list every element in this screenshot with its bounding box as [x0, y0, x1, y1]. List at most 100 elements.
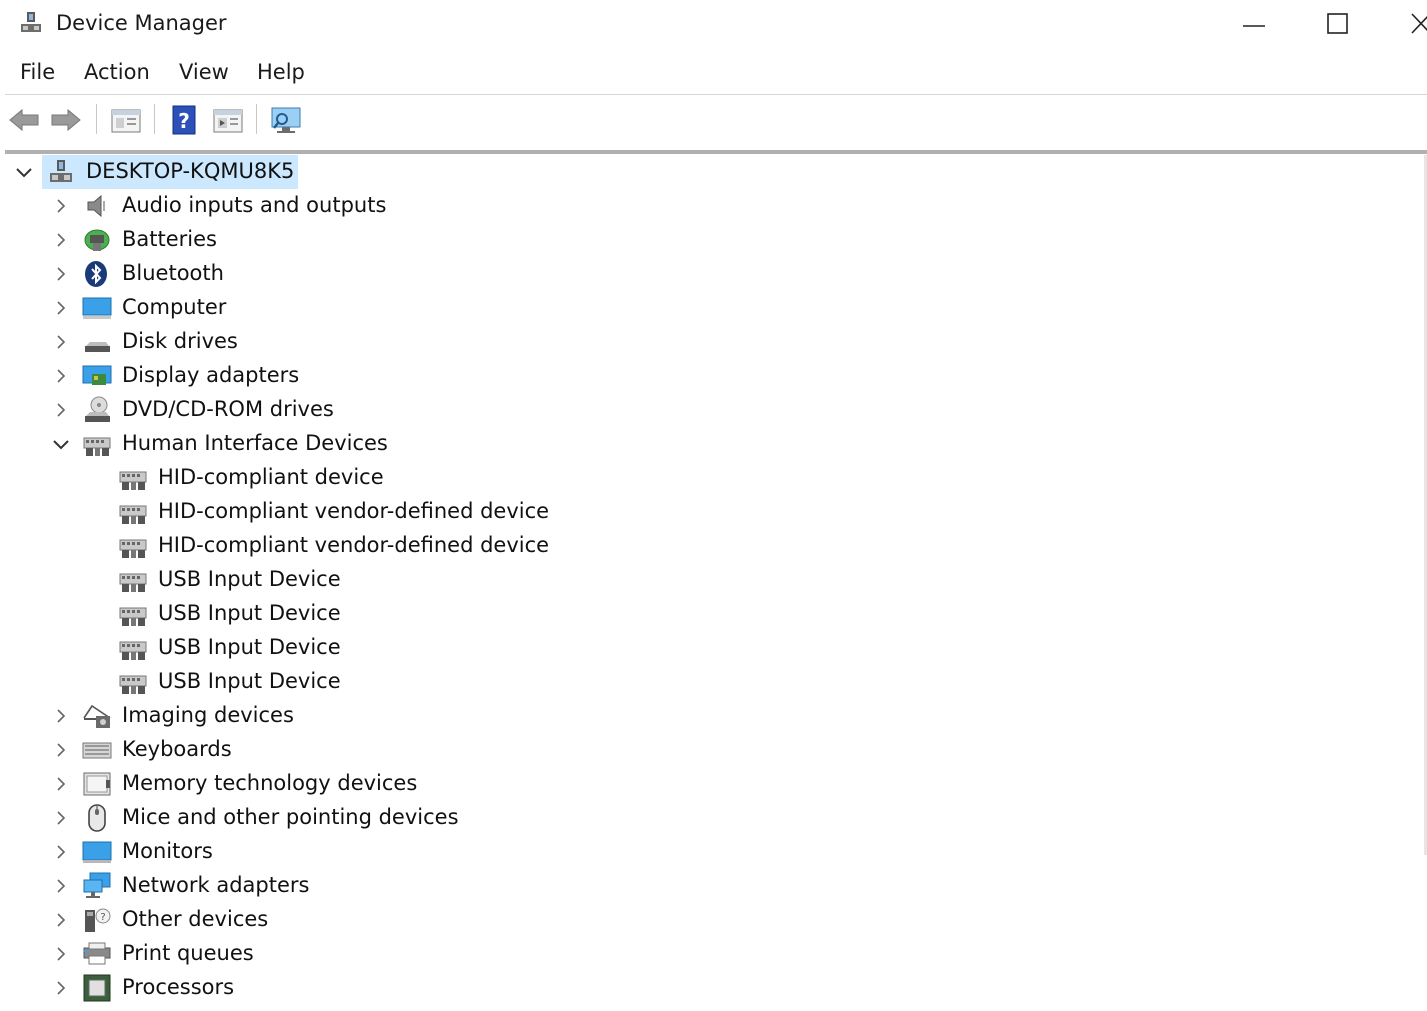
expand-chevron[interactable]	[51, 325, 71, 359]
menu-help[interactable]: Help	[257, 60, 305, 84]
tree-device[interactable]: HID-compliant device	[0, 461, 1420, 495]
hid-device-icon	[118, 668, 148, 696]
keyboard-icon	[82, 736, 112, 764]
chevron-right-icon	[57, 777, 66, 791]
minimize-button[interactable]	[1234, 6, 1274, 42]
disk-drive-icon	[82, 328, 112, 356]
menu-view[interactable]: View	[179, 60, 229, 84]
expand-chevron[interactable]	[51, 189, 71, 223]
tree-category[interactable]: Keyboards	[0, 733, 1420, 767]
tree-category[interactable]: DVD/CD-ROM drives	[0, 393, 1420, 427]
expand-chevron[interactable]	[51, 767, 71, 801]
hid-device-icon	[118, 498, 148, 526]
expand-chevron[interactable]	[51, 801, 71, 835]
chevron-right-icon	[57, 335, 66, 349]
forward-button[interactable]	[48, 102, 84, 138]
run-button[interactable]	[210, 102, 246, 138]
category-label: Memory technology devices	[122, 771, 418, 795]
scan-hardware-button[interactable]	[268, 102, 304, 138]
help-button[interactable]: ?	[166, 102, 202, 138]
device-label: HID-compliant vendor-defined device	[158, 499, 550, 523]
properties-button[interactable]	[108, 102, 144, 138]
tree-device[interactable]: HID-compliant vendor-defined device	[0, 529, 1420, 563]
menu-file[interactable]: File	[20, 60, 55, 84]
device-label: USB Input Device	[158, 669, 341, 693]
expand-chevron[interactable]	[51, 937, 71, 971]
tree-category[interactable]: Audio inputs and outputs	[0, 189, 1420, 223]
category-label: Imaging devices	[122, 703, 294, 727]
category-label: Keyboards	[122, 737, 232, 761]
run-window-icon	[213, 109, 243, 133]
tree-category[interactable]: Imaging devices	[0, 699, 1420, 733]
expand-chevron[interactable]	[51, 257, 71, 291]
menu-bar: File Action View Help	[0, 56, 1427, 92]
properties-window-icon	[111, 109, 141, 133]
close-button[interactable]	[1400, 6, 1427, 42]
expand-chevron[interactable]	[51, 359, 71, 393]
tree-category[interactable]: Display adapters	[0, 359, 1420, 393]
toolbar-divider	[256, 104, 257, 134]
tree-category[interactable]: Print queues	[0, 937, 1420, 971]
tree-category[interactable]: Computer	[0, 291, 1420, 325]
tree-category[interactable]: Network adapters	[0, 869, 1420, 903]
memory-card-icon	[82, 770, 112, 798]
tree-device[interactable]: USB Input Device	[0, 563, 1420, 597]
toolbar-divider	[96, 104, 97, 134]
chevron-right-icon	[57, 301, 66, 315]
category-label: Audio inputs and outputs	[122, 193, 387, 217]
hid-device-icon	[118, 566, 148, 594]
collapse-chevron[interactable]	[14, 155, 34, 189]
tree-device[interactable]: USB Input Device	[0, 597, 1420, 631]
category-label: Batteries	[122, 227, 217, 251]
tree-root[interactable]: DESKTOP-KQMU8K5	[0, 155, 1420, 189]
svg-text:?: ?	[100, 912, 105, 923]
network-adapter-icon	[82, 872, 112, 900]
chevron-right-icon	[57, 981, 66, 995]
tree-category[interactable]: Human Interface Devices	[0, 427, 1420, 461]
expand-chevron[interactable]	[51, 835, 71, 869]
expand-chevron[interactable]	[51, 223, 71, 257]
device-tree: DESKTOP-KQMU8K5 Audio inputs and outputs…	[0, 155, 1427, 1011]
chevron-right-icon	[57, 403, 66, 417]
expand-chevron[interactable]	[51, 699, 71, 733]
tree-category[interactable]: Bluetooth	[0, 257, 1420, 291]
back-arrow-icon	[9, 108, 39, 132]
hid-device-icon	[118, 532, 148, 560]
processor-icon	[82, 974, 112, 1002]
expand-chevron[interactable]	[51, 733, 71, 767]
camera-icon	[82, 702, 112, 730]
device-label: HID-compliant device	[158, 465, 384, 489]
display-adapter-icon	[82, 362, 112, 390]
speaker-icon	[82, 192, 112, 220]
help-icon: ?	[172, 105, 196, 135]
expand-chevron[interactable]	[51, 393, 71, 427]
tree-category[interactable]: Monitors	[0, 835, 1420, 869]
tree-category[interactable]: Disk drives	[0, 325, 1420, 359]
monitor-icon	[82, 838, 112, 866]
tree-category[interactable]: Batteries	[0, 223, 1420, 257]
device-manager-app-icon	[18, 10, 44, 36]
expand-chevron[interactable]	[51, 971, 71, 1005]
window-title: Device Manager	[56, 11, 227, 35]
maximize-button[interactable]	[1318, 6, 1358, 42]
expand-chevron[interactable]	[51, 869, 71, 903]
back-button[interactable]	[6, 102, 42, 138]
chevron-right-icon	[57, 913, 66, 927]
tree-device[interactable]: USB Input Device	[0, 631, 1420, 665]
dvd-drive-icon	[82, 396, 112, 424]
collapse-chevron[interactable]	[51, 427, 71, 461]
tree-device[interactable]: USB Input Device	[0, 665, 1420, 699]
mouse-icon	[82, 804, 112, 832]
tree-device[interactable]: HID-compliant vendor-defined device	[0, 495, 1420, 529]
hid-device-icon	[118, 600, 148, 628]
tree-category[interactable]: Mice and other pointing devices	[0, 801, 1420, 835]
tree-category[interactable]: ? Other devices	[0, 903, 1420, 937]
expand-chevron[interactable]	[51, 903, 71, 937]
menu-action[interactable]: Action	[84, 60, 150, 84]
svg-text:?: ?	[178, 109, 190, 133]
expand-chevron[interactable]	[51, 291, 71, 325]
category-label: Human Interface Devices	[122, 431, 388, 455]
chevron-right-icon	[57, 709, 66, 723]
tree-category[interactable]: Processors	[0, 971, 1420, 1005]
tree-category[interactable]: Memory technology devices	[0, 767, 1420, 801]
